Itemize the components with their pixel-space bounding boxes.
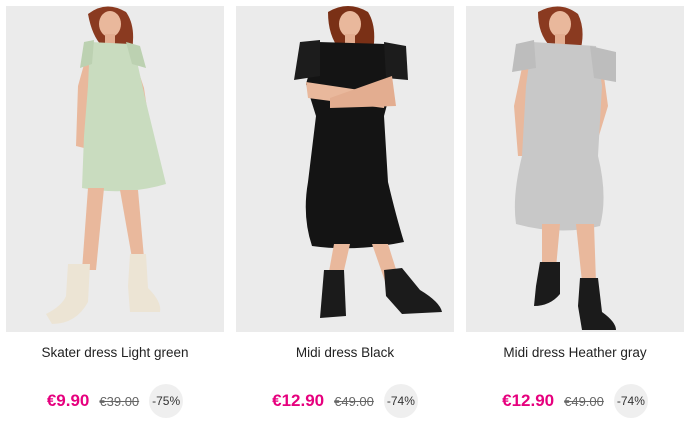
product-name[interactable]: Skater dress Light green bbox=[6, 345, 224, 360]
product-image[interactable] bbox=[236, 6, 454, 332]
product-card[interactable]: Midi dress Black €12.90 €49.00 -74% bbox=[236, 0, 454, 422]
model-black-midi-dress-photo bbox=[294, 6, 442, 318]
sale-price: €12.90 bbox=[502, 391, 555, 410]
price-row: €9.90 €39.00 -75% bbox=[6, 384, 224, 418]
original-price: €49.00 bbox=[334, 393, 374, 409]
price-row: €12.90 €49.00 -74% bbox=[466, 384, 684, 418]
discount-badge: -74% bbox=[383, 384, 418, 418]
discount-badge: -74% bbox=[613, 384, 648, 418]
product-card[interactable]: Skater dress Light green €9.90 €39.00 -7… bbox=[6, 0, 224, 422]
model-light-green-dress-photo bbox=[46, 6, 166, 324]
model-heather-gray-midi-dress-photo bbox=[512, 6, 616, 330]
original-price: €49.00 bbox=[564, 393, 604, 409]
product-name[interactable]: Midi dress Black bbox=[236, 345, 454, 360]
sale-price: €12.90 bbox=[272, 391, 325, 410]
price-row: €12.90 €49.00 -74% bbox=[236, 384, 454, 418]
product-name[interactable]: Midi dress Heather gray bbox=[466, 345, 684, 360]
product-image[interactable] bbox=[6, 6, 224, 332]
product-grid: Skater dress Light green €9.90 €39.00 -7… bbox=[0, 0, 690, 422]
product-card[interactable]: Midi dress Heather gray €12.90 €49.00 -7… bbox=[466, 0, 684, 422]
product-image[interactable] bbox=[466, 6, 684, 332]
sale-price: €9.90 bbox=[46, 391, 90, 410]
original-price: €39.00 bbox=[99, 393, 140, 409]
discount-badge: -75% bbox=[149, 384, 184, 418]
